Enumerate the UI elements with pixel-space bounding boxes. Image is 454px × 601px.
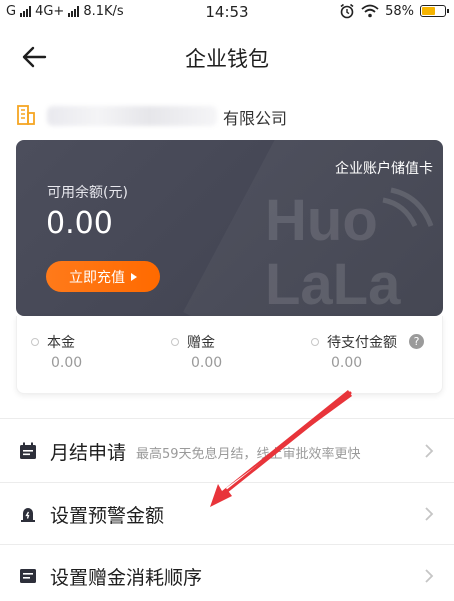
alarm-icon [340, 3, 354, 19]
alarm-bell-icon [21, 508, 35, 522]
menu-title: 设置赠金消耗顺序 [50, 567, 203, 589]
menu-monthly-settlement[interactable]: 月结申请 最高59天免息月结，线上审批效率更快 [0, 420, 454, 482]
balance-label: 可用余额(元) [47, 185, 128, 201]
nav-bar: 企业钱包 [0, 26, 454, 88]
battery-fill [422, 7, 435, 15]
balance-value: 0.00 [46, 206, 113, 241]
menu-title: 月结申请 [50, 442, 127, 464]
bonus-label: 赠金 [187, 335, 215, 351]
company-row: 有限公司 [17, 104, 437, 128]
menu-description: 最高59天免息月结，线上审批效率更快 [136, 447, 361, 462]
page-title: 企业钱包 [185, 47, 269, 71]
calendar-icon [20, 442, 36, 459]
svg-text:Huo: Huo [265, 188, 378, 253]
huolala-watermark: Huo LaLa [265, 187, 434, 312]
list-card-icon [20, 569, 36, 583]
wallet-card: 企业账户储值卡 可用余额(元) 0.00 立即充值 Huo LaLa [16, 140, 443, 316]
chevron-right-icon [425, 507, 434, 521]
building-icon [17, 105, 35, 125]
play-triangle-icon [131, 272, 137, 281]
status-bar: G 4G+ 8.1K/s 14:53 58% [0, 0, 454, 26]
card-type-label: 企业账户储值卡 [335, 161, 433, 177]
principal-label: 本金 [47, 335, 75, 351]
status-right: 58% [339, 3, 449, 19]
chevron-right-icon [425, 444, 434, 458]
company-name-redacted [47, 106, 217, 126]
bonus-value: 0.00 [191, 355, 223, 371]
svg-text:LaLa: LaLa [265, 252, 401, 312]
battery-percent: 58% [385, 3, 414, 19]
balance-breakdown: 本金 0.00 赠金 0.00 待支付金额 ? 0.00 [16, 316, 443, 394]
company-name: 有限公司 [223, 109, 288, 128]
recharge-button[interactable]: 立即充值 [46, 261, 160, 292]
battery-icon [420, 5, 449, 17]
principal-value: 0.00 [51, 355, 83, 371]
menu-title: 设置预警金额 [50, 505, 165, 527]
wifi-icon [361, 4, 379, 18]
chevron-right-icon [425, 569, 434, 583]
bullet-icon [171, 338, 179, 346]
recharge-button-label: 立即充值 [69, 268, 125, 285]
pending-label: 待支付金额 [327, 335, 397, 351]
menu-bonus-consumption-order[interactable]: 设置赠金消耗顺序 [0, 545, 454, 601]
pending-value: 0.00 [331, 355, 363, 371]
bullet-icon [31, 338, 39, 346]
bullet-icon [311, 338, 319, 346]
help-icon[interactable]: ? [409, 334, 424, 349]
divider [0, 418, 454, 419]
menu-set-alert-amount[interactable]: 设置预警金额 [0, 483, 454, 545]
